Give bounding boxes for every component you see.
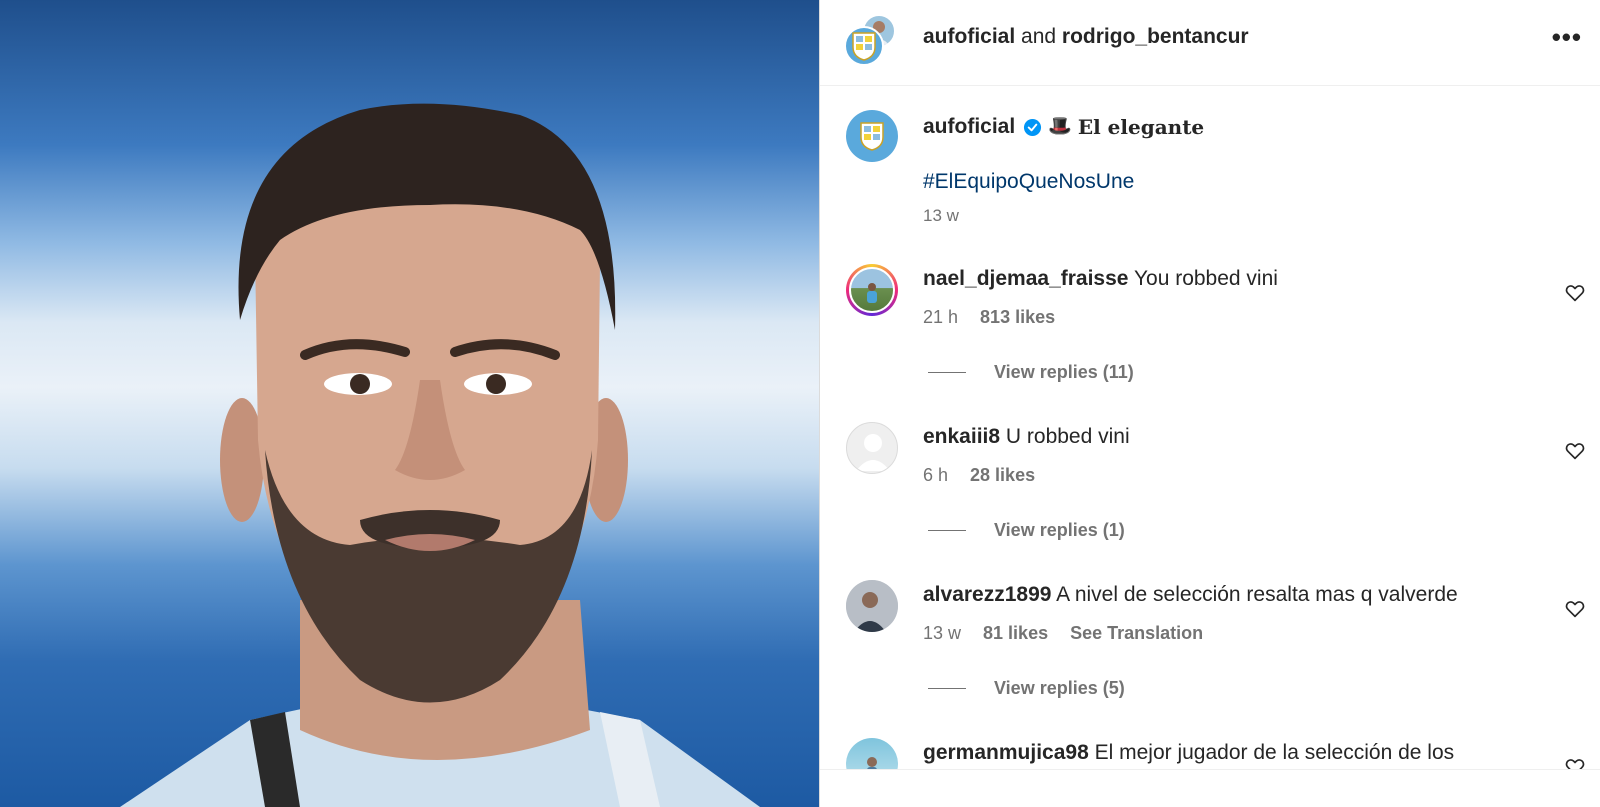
caption-line: aufoficial 🎩 El elegante bbox=[923, 114, 1204, 140]
comment-meta: 13 w 81 likes See Translation bbox=[923, 623, 1203, 644]
comment-avatar[interactable] bbox=[846, 422, 898, 474]
view-replies-button[interactable]: View replies (5) bbox=[928, 678, 1125, 699]
default-avatar-icon bbox=[856, 434, 890, 471]
comment-item: germanmujica98 El mejor jugador de la se… bbox=[820, 710, 1600, 770]
comment-username[interactable]: nael_djemaa_fraisse bbox=[923, 267, 1128, 290]
more-options-icon[interactable]: ••• bbox=[1552, 22, 1582, 53]
person-icon bbox=[867, 283, 877, 303]
comment-avatar[interactable] bbox=[846, 264, 898, 316]
crest-icon bbox=[852, 32, 876, 61]
comment-time[interactable]: 6 h bbox=[923, 465, 948, 486]
comment-time[interactable]: 21 h bbox=[923, 307, 958, 328]
post-caption: aufoficial 🎩 El elegante #ElEquipoQueNos… bbox=[820, 86, 1600, 236]
comment-body: You robbed vini bbox=[1133, 267, 1278, 290]
view-replies-label: View replies (1) bbox=[994, 520, 1125, 540]
see-translation-link[interactable]: See Translation bbox=[1070, 623, 1203, 644]
verified-badge-icon bbox=[1024, 118, 1042, 136]
aufoficial-avatar[interactable] bbox=[844, 26, 884, 66]
comment-likes[interactable]: 28 likes bbox=[970, 465, 1035, 486]
person-icon bbox=[846, 580, 898, 632]
player-portrait-photo bbox=[120, 103, 760, 807]
heart-icon[interactable] bbox=[1565, 284, 1585, 302]
caption-title: El elegante bbox=[1077, 115, 1205, 139]
caption-avatar[interactable] bbox=[846, 110, 898, 162]
comment-body: A nivel de selección resalta mas q valve… bbox=[1056, 583, 1458, 606]
comment-likes[interactable]: 81 likes bbox=[983, 623, 1048, 644]
top-hat-emoji: 🎩 bbox=[1048, 116, 1072, 137]
view-replies-button[interactable]: View replies (11) bbox=[928, 362, 1134, 383]
heart-icon[interactable] bbox=[1565, 600, 1585, 618]
comment-time[interactable]: 13 w bbox=[923, 623, 961, 644]
comment-text: germanmujica98 El mejor jugador de la se… bbox=[923, 740, 1454, 766]
caption-username[interactable]: aufoficial bbox=[923, 114, 1015, 140]
header-user1[interactable]: aufoficial bbox=[923, 25, 1015, 48]
comment-text: nael_djemaa_fraisse You robbed vini bbox=[923, 266, 1278, 292]
comment-avatar[interactable] bbox=[846, 738, 898, 770]
comment-text: enkaiii8 U robbed vini bbox=[923, 424, 1130, 450]
comment-username[interactable]: germanmujica98 bbox=[923, 741, 1089, 764]
post-header: aufoficial and rodrigo_bentancur ••• bbox=[820, 0, 1600, 86]
post-photo[interactable] bbox=[0, 0, 819, 807]
view-replies-label: View replies (11) bbox=[994, 362, 1134, 382]
comment-username[interactable]: alvarezz1899 bbox=[923, 583, 1051, 606]
header-joiner: and bbox=[1021, 25, 1057, 48]
view-replies-button[interactable]: View replies (1) bbox=[928, 520, 1125, 541]
caption-time: 13 w bbox=[923, 206, 959, 225]
replies-divider bbox=[928, 372, 966, 373]
replies-divider bbox=[928, 530, 966, 531]
person-icon bbox=[867, 757, 877, 770]
collab-avatars[interactable] bbox=[844, 14, 900, 70]
heart-icon[interactable] bbox=[1565, 442, 1585, 460]
replies-divider bbox=[928, 688, 966, 689]
comment-meta: 21 h 813 likes bbox=[923, 307, 1055, 328]
comments-panel: aufoficial and rodrigo_bentancur ••• auf… bbox=[819, 0, 1600, 807]
comment-username[interactable]: enkaiii8 bbox=[923, 425, 1000, 448]
view-replies-label: View replies (5) bbox=[994, 678, 1125, 698]
comment-body: El mejor jugador de la selección de los bbox=[1094, 741, 1455, 764]
header-user2[interactable]: rodrigo_bentancur bbox=[1062, 25, 1249, 48]
caption-hashtag[interactable]: #ElEquipoQueNosUne bbox=[923, 170, 1134, 194]
comment-body: U robbed vini bbox=[1005, 425, 1130, 448]
comment-text: alvarezz1899 A nivel de selección resalt… bbox=[923, 582, 1458, 608]
comment-likes[interactable]: 813 likes bbox=[980, 307, 1055, 328]
action-bar-divider bbox=[820, 769, 1600, 807]
crest-icon bbox=[860, 122, 884, 151]
comment-avatar[interactable] bbox=[846, 580, 898, 632]
collab-title: aufoficial and rodrigo_bentancur bbox=[923, 24, 1249, 50]
comment-meta: 6 h 28 likes bbox=[923, 465, 1035, 486]
